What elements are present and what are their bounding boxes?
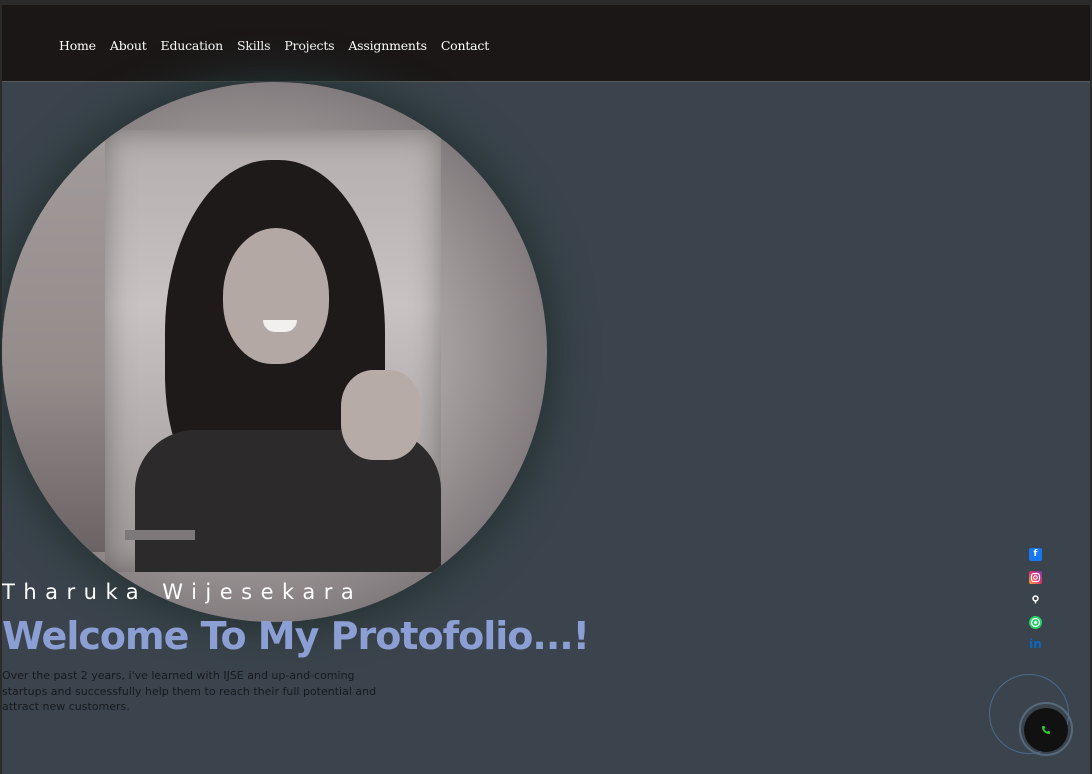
nav-menu: Home About Education Skills Projects Ass… [59,38,503,53]
portrait-hand [341,370,421,460]
hero-section: Tharuka Wijesekara Welcome To My Protofo… [2,82,1090,774]
social-links: f in [1029,548,1043,661]
portrait-image [105,130,441,572]
linkedin-icon[interactable]: in [1029,638,1042,651]
hero-intro: Over the past 2 years, i've learned with… [2,669,377,713]
nav-home[interactable]: Home [59,38,96,53]
photo-background [2,112,112,552]
whatsapp-icon[interactable] [1029,615,1042,629]
hero-title: Welcome To My Protofolio...! [2,614,590,658]
nav-education[interactable]: Education [161,38,224,53]
call-button[interactable] [1024,708,1068,752]
portrait-sleeve-stripe [125,530,195,540]
facebook-icon[interactable]: f [1029,548,1042,561]
instagram-icon[interactable] [1029,570,1042,584]
phone-icon [1042,726,1050,734]
navbar: Home About Education Skills Projects Ass… [2,5,1090,82]
portrait-smile [263,320,297,332]
portrait-face [223,228,329,364]
nav-contact[interactable]: Contact [441,38,489,53]
nav-skills[interactable]: Skills [237,38,271,53]
hero-name: Tharuka Wijesekara [2,580,363,604]
nav-assignments[interactable]: Assignments [348,38,427,53]
profile-photo [2,82,547,622]
nav-about[interactable]: About [110,38,147,53]
nav-projects[interactable]: Projects [284,38,334,53]
github-icon[interactable] [1029,593,1042,606]
